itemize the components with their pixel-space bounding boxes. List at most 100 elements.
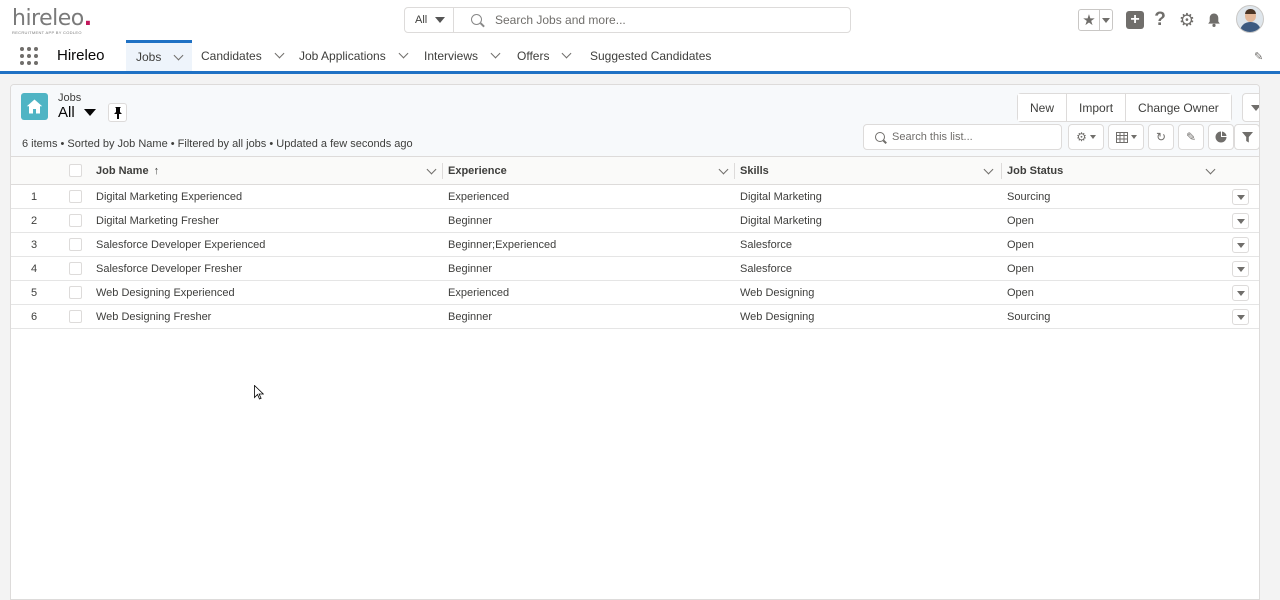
chevron-down-icon[interactable] [274,48,285,59]
row-checkbox[interactable] [69,262,82,275]
chevron-down-icon[interactable] [490,48,501,59]
job-status-cell: Sourcing [1007,191,1051,203]
row-checkbox[interactable] [69,286,82,299]
row-checkbox[interactable] [69,190,82,203]
display-as-table-icon[interactable] [1108,124,1144,150]
mouse-cursor-icon [254,385,264,400]
app-launcher-icon[interactable] [20,47,38,65]
tab-label: Job Applications [299,48,386,63]
favorites-button-group: ★ [1078,9,1113,31]
row-checkbox[interactable] [69,214,82,227]
import-button[interactable]: Import [1067,94,1127,121]
column-label: Experience [448,165,507,177]
column-label: Skills [740,165,769,177]
experience-cell: Experienced [448,191,510,203]
chevron-down-icon[interactable] [718,164,729,175]
add-icon[interactable]: + [1126,11,1144,29]
job-name-link[interactable]: Digital Marketing Experienced [96,185,242,209]
table-row: 2 Digital Marketing Fresher Beginner Dig… [11,209,1259,233]
experience-cell: Experienced [448,287,510,299]
job-name-link[interactable]: Digital Marketing Fresher [96,209,219,233]
hireleo-logo[interactable]: hireleo. RECRUITMENT APP BY CODLEO [12,8,112,38]
tab-label: Suggested Candidates [590,48,712,63]
column-label: Job Name [96,165,149,177]
favorites-star-icon[interactable]: ★ [1079,10,1100,30]
chevron-down-icon[interactable] [173,50,184,60]
pin-icon[interactable] [108,103,127,122]
tab-jobs[interactable]: Jobs [126,40,192,71]
experience-cell: Beginner;Experienced [448,239,557,251]
table-row: 3 Salesforce Developer Experienced Begin… [11,233,1259,257]
tab-label: Candidates [201,48,262,63]
logo-wordmark: hireleo. [12,6,92,31]
row-actions-icon[interactable] [1232,261,1249,277]
table-row: 4 Salesforce Developer Fresher Beginner … [11,257,1259,281]
job-name-link[interactable]: Salesforce Developer Fresher [96,257,242,281]
row-number: 1 [30,191,38,203]
experience-cell: Beginner [448,215,493,227]
row-checkbox[interactable] [69,310,82,323]
column-header-job-name[interactable]: Job Name ↑ [96,157,441,185]
filter-icon[interactable] [1234,124,1259,150]
app-name: Hireleo [57,47,105,64]
edit-nav-pencil-icon[interactable]: ✎ [1254,50,1266,63]
tab-offers[interactable]: Offers [517,40,572,71]
chevron-down-icon[interactable] [398,48,409,59]
more-actions-icon[interactable] [1242,93,1259,122]
list-info: 6 items • Sorted by Job Name • Filtered … [22,138,413,150]
list-view-selector[interactable]: All [58,104,96,121]
row-actions-icon[interactable] [1232,189,1249,205]
experience-cell: Beginner [448,311,493,323]
search-icon [875,132,885,142]
charts-icon[interactable] [1208,124,1234,150]
table-header: Job Name ↑ Experience Skills Job Status [11,157,1259,185]
table-row: 5 Web Designing Experienced Experienced … [11,281,1259,305]
tab-label: Interviews [424,48,479,63]
table-row: 6 Web Designing Fresher Beginner Web Des… [11,305,1259,329]
help-icon[interactable]: ? [1151,9,1169,30]
row-checkbox[interactable] [69,238,82,251]
row-actions-icon[interactable] [1232,309,1249,325]
favorites-dropdown-icon[interactable] [1100,10,1112,30]
caret-down-icon [83,109,96,116]
job-name-link[interactable]: Salesforce Developer Experienced [96,233,265,257]
chevron-down-icon[interactable] [1205,164,1216,175]
column-header-experience[interactable]: Experience [448,157,732,185]
tab-interviews[interactable]: Interviews [424,40,501,71]
list-view-card: Jobs All New Import Change Owner 6 items… [10,84,1260,600]
new-button[interactable]: New [1018,94,1068,121]
edit-list-pencil-icon[interactable]: ✎ [1178,124,1204,150]
list-view-controls-gear-icon[interactable]: ⚙ [1068,124,1104,150]
list-search [863,124,1062,150]
tab-candidates[interactable]: Candidates [201,40,285,71]
row-actions-icon[interactable] [1232,285,1249,301]
search-scope-label: All [415,14,428,26]
row-actions-icon[interactable] [1232,237,1249,253]
job-status-cell: Open [1007,287,1034,299]
global-header: hireleo. RECRUITMENT APP BY CODLEO All ★… [0,0,1280,40]
chevron-down-icon[interactable] [426,164,437,175]
user-avatar[interactable] [1236,5,1264,33]
skills-cell: Digital Marketing [740,215,822,227]
skills-cell: Web Designing [740,311,815,323]
job-name-link[interactable]: Web Designing Fresher [96,305,211,329]
row-actions-icon[interactable] [1232,213,1249,229]
column-header-skills[interactable]: Skills [740,157,996,185]
notifications-bell-icon[interactable] [1205,11,1223,29]
chevron-down-icon[interactable] [562,48,572,59]
select-all-checkbox[interactable] [69,164,82,177]
job-name-link[interactable]: Web Designing Experienced [96,281,235,305]
search-scope-dropdown[interactable]: All [405,8,454,32]
change-owner-button[interactable]: Change Owner [1126,94,1231,121]
tab-suggested-candidates[interactable]: Suggested Candidates [590,40,711,71]
column-header-job-status[interactable]: Job Status [1007,157,1221,185]
global-search-input[interactable] [495,12,835,28]
setup-gear-icon[interactable]: ⚙ [1178,10,1196,30]
skills-cell: Digital Marketing [740,191,822,203]
refresh-icon[interactable]: ↻ [1148,124,1174,150]
list-search-input[interactable] [892,130,1052,144]
object-label: Jobs [58,92,82,104]
search-icon [471,14,482,25]
tab-job-applications[interactable]: Job Applications [299,40,409,71]
chevron-down-icon[interactable] [983,164,994,175]
